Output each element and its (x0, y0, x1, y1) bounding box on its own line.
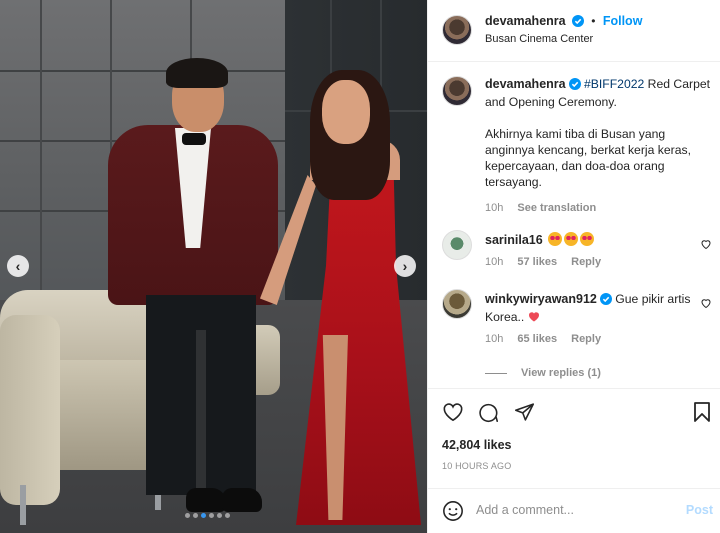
comment-body: sarinila16 (485, 232, 685, 248)
post-header: devamahenra • Follow Busan Cinema Center (428, 0, 720, 62)
photo-detail (0, 70, 300, 72)
chevron-right-icon: › (402, 258, 408, 274)
follow-button[interactable]: Follow (603, 14, 643, 28)
heart-icon[interactable] (442, 402, 464, 425)
post-photo[interactable]: ‹ › (0, 0, 427, 533)
comment-likes[interactable]: 65 likes (517, 333, 557, 345)
heart-eyes-emoji-icon (564, 232, 579, 246)
next-slide-button[interactable]: › (394, 255, 416, 277)
comment-meta: 10h 65 likes Reply (485, 333, 695, 345)
post-timestamp: 10 HOURS AGO (442, 461, 512, 471)
comment-icon[interactable] (478, 402, 499, 426)
caption-avatar[interactable] (442, 76, 472, 106)
carousel-dot (201, 513, 206, 518)
comment-avatar[interactable] (442, 289, 472, 319)
photo-man (182, 133, 206, 145)
comment-like-heart-icon[interactable] (700, 297, 712, 312)
caption: devamahenra #BIFF2022 Red Carpet and Ope… (485, 76, 713, 216)
caption-username[interactable]: devamahenra (485, 77, 566, 91)
caption-hashtag[interactable]: #BIFF2022 (584, 77, 644, 91)
share-icon[interactable] (514, 402, 535, 425)
view-replies-button[interactable]: View replies (1) (485, 367, 695, 379)
header-row: devamahenra • Follow (485, 14, 642, 30)
avatar[interactable] (442, 15, 472, 45)
post-sidebar: devamahenra • Follow Busan Cinema Center… (427, 0, 720, 533)
action-bar: 42,804 likes 10 HOURS AGO (428, 388, 720, 488)
comment-emojis (546, 232, 595, 247)
heart-eyes-emoji-icon (580, 232, 595, 246)
comment-likes[interactable]: 57 likes (517, 256, 557, 268)
comment-like-heart-icon[interactable] (700, 238, 712, 253)
heart-eyes-emoji-icon (548, 232, 563, 246)
likes-count[interactable]: 42,804 likes (442, 438, 512, 452)
caption-text-2: Akhirnya kami tiba di Busan yang anginny… (485, 127, 691, 189)
header-separator: • (591, 14, 596, 28)
comment-input[interactable]: Add a comment... (476, 503, 574, 517)
comment-meta: 10h 57 likes Reply (485, 256, 685, 268)
post-button[interactable]: Post (686, 503, 713, 517)
carousel-dot (209, 513, 214, 518)
view-replies-label: View replies (1) (521, 367, 601, 379)
instagram-post: ‹ › devamahenra • Follow Busan Cinema Ce… (0, 0, 720, 533)
photo-man (166, 58, 228, 88)
photo-man (186, 488, 226, 512)
carousel-dot (217, 513, 222, 518)
prev-slide-button[interactable]: ‹ (7, 255, 29, 277)
verified-icon (599, 293, 612, 309)
photo-woman (322, 80, 370, 144)
photo-sofa (0, 315, 60, 505)
carousel-dot (193, 513, 198, 518)
reply-button[interactable]: Reply (571, 256, 601, 268)
comment-body: winkywiryawan912 Gue pikir artis Korea.. (485, 291, 695, 325)
photo-man (222, 488, 262, 512)
photo-man (196, 330, 206, 500)
photo-detail (40, 0, 42, 300)
comment-composer: Add a comment... Post (428, 488, 720, 533)
verified-icon (568, 78, 581, 94)
verified-icon (571, 15, 584, 30)
red-heart-icon (528, 310, 540, 324)
bookmark-icon[interactable] (694, 402, 710, 425)
see-translation-link[interactable]: See translation (517, 202, 596, 214)
comment-avatar[interactable] (442, 230, 472, 260)
carousel-dot (185, 513, 190, 518)
comment-time: 10h (485, 256, 504, 268)
carousel-dot (225, 513, 230, 518)
comment-item: winkywiryawan912 Gue pikir artis Korea..… (485, 291, 695, 379)
chevron-left-icon: ‹ (15, 258, 21, 274)
carousel-dots (185, 513, 230, 518)
photo-detail (20, 485, 26, 525)
emoji-icon[interactable] (442, 500, 464, 525)
header-username[interactable]: devamahenra (485, 14, 566, 28)
divider (485, 372, 507, 374)
comment-item: sarinila16 10h 57 likes Reply (485, 232, 685, 268)
caption-meta: 10h See translation (485, 200, 713, 216)
comment-username[interactable]: sarinila16 (485, 233, 543, 247)
comment-username[interactable]: winkywiryawan912 (485, 292, 597, 306)
comment-time: 10h (485, 333, 504, 345)
reply-button[interactable]: Reply (571, 333, 601, 345)
location-link[interactable]: Busan Cinema Center (485, 33, 593, 45)
caption-time: 10h (485, 202, 504, 214)
